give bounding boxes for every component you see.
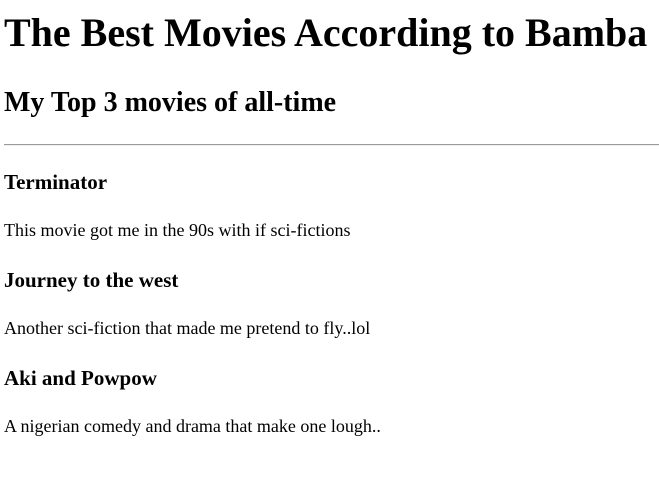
movie-title: Journey to the west [4,268,179,292]
page-title: The Best Movies According to Bamba [4,10,648,55]
movie-item-aki-and-powpow: Aki and Powpow A nigerian comedy and dra… [4,339,659,437]
movie-description: This movie got me in the 90s with if sci… [4,220,351,240]
movie-item-terminator: Terminator This movie got me in the 90s … [4,146,659,241]
movie-title: Aki and Powpow [4,366,157,390]
movie-description: Another sci-fiction that made me pretend… [4,318,371,338]
movie-item-journey-to-the-west: Journey to the west Another sci-fiction … [4,241,659,339]
page: The Best Movies According to Bamba My To… [0,0,659,437]
page-subtitle: My Top 3 movies of all-time [4,87,337,118]
movie-description: A nigerian comedy and drama that make on… [4,416,381,436]
movie-title: Terminator [4,170,108,194]
